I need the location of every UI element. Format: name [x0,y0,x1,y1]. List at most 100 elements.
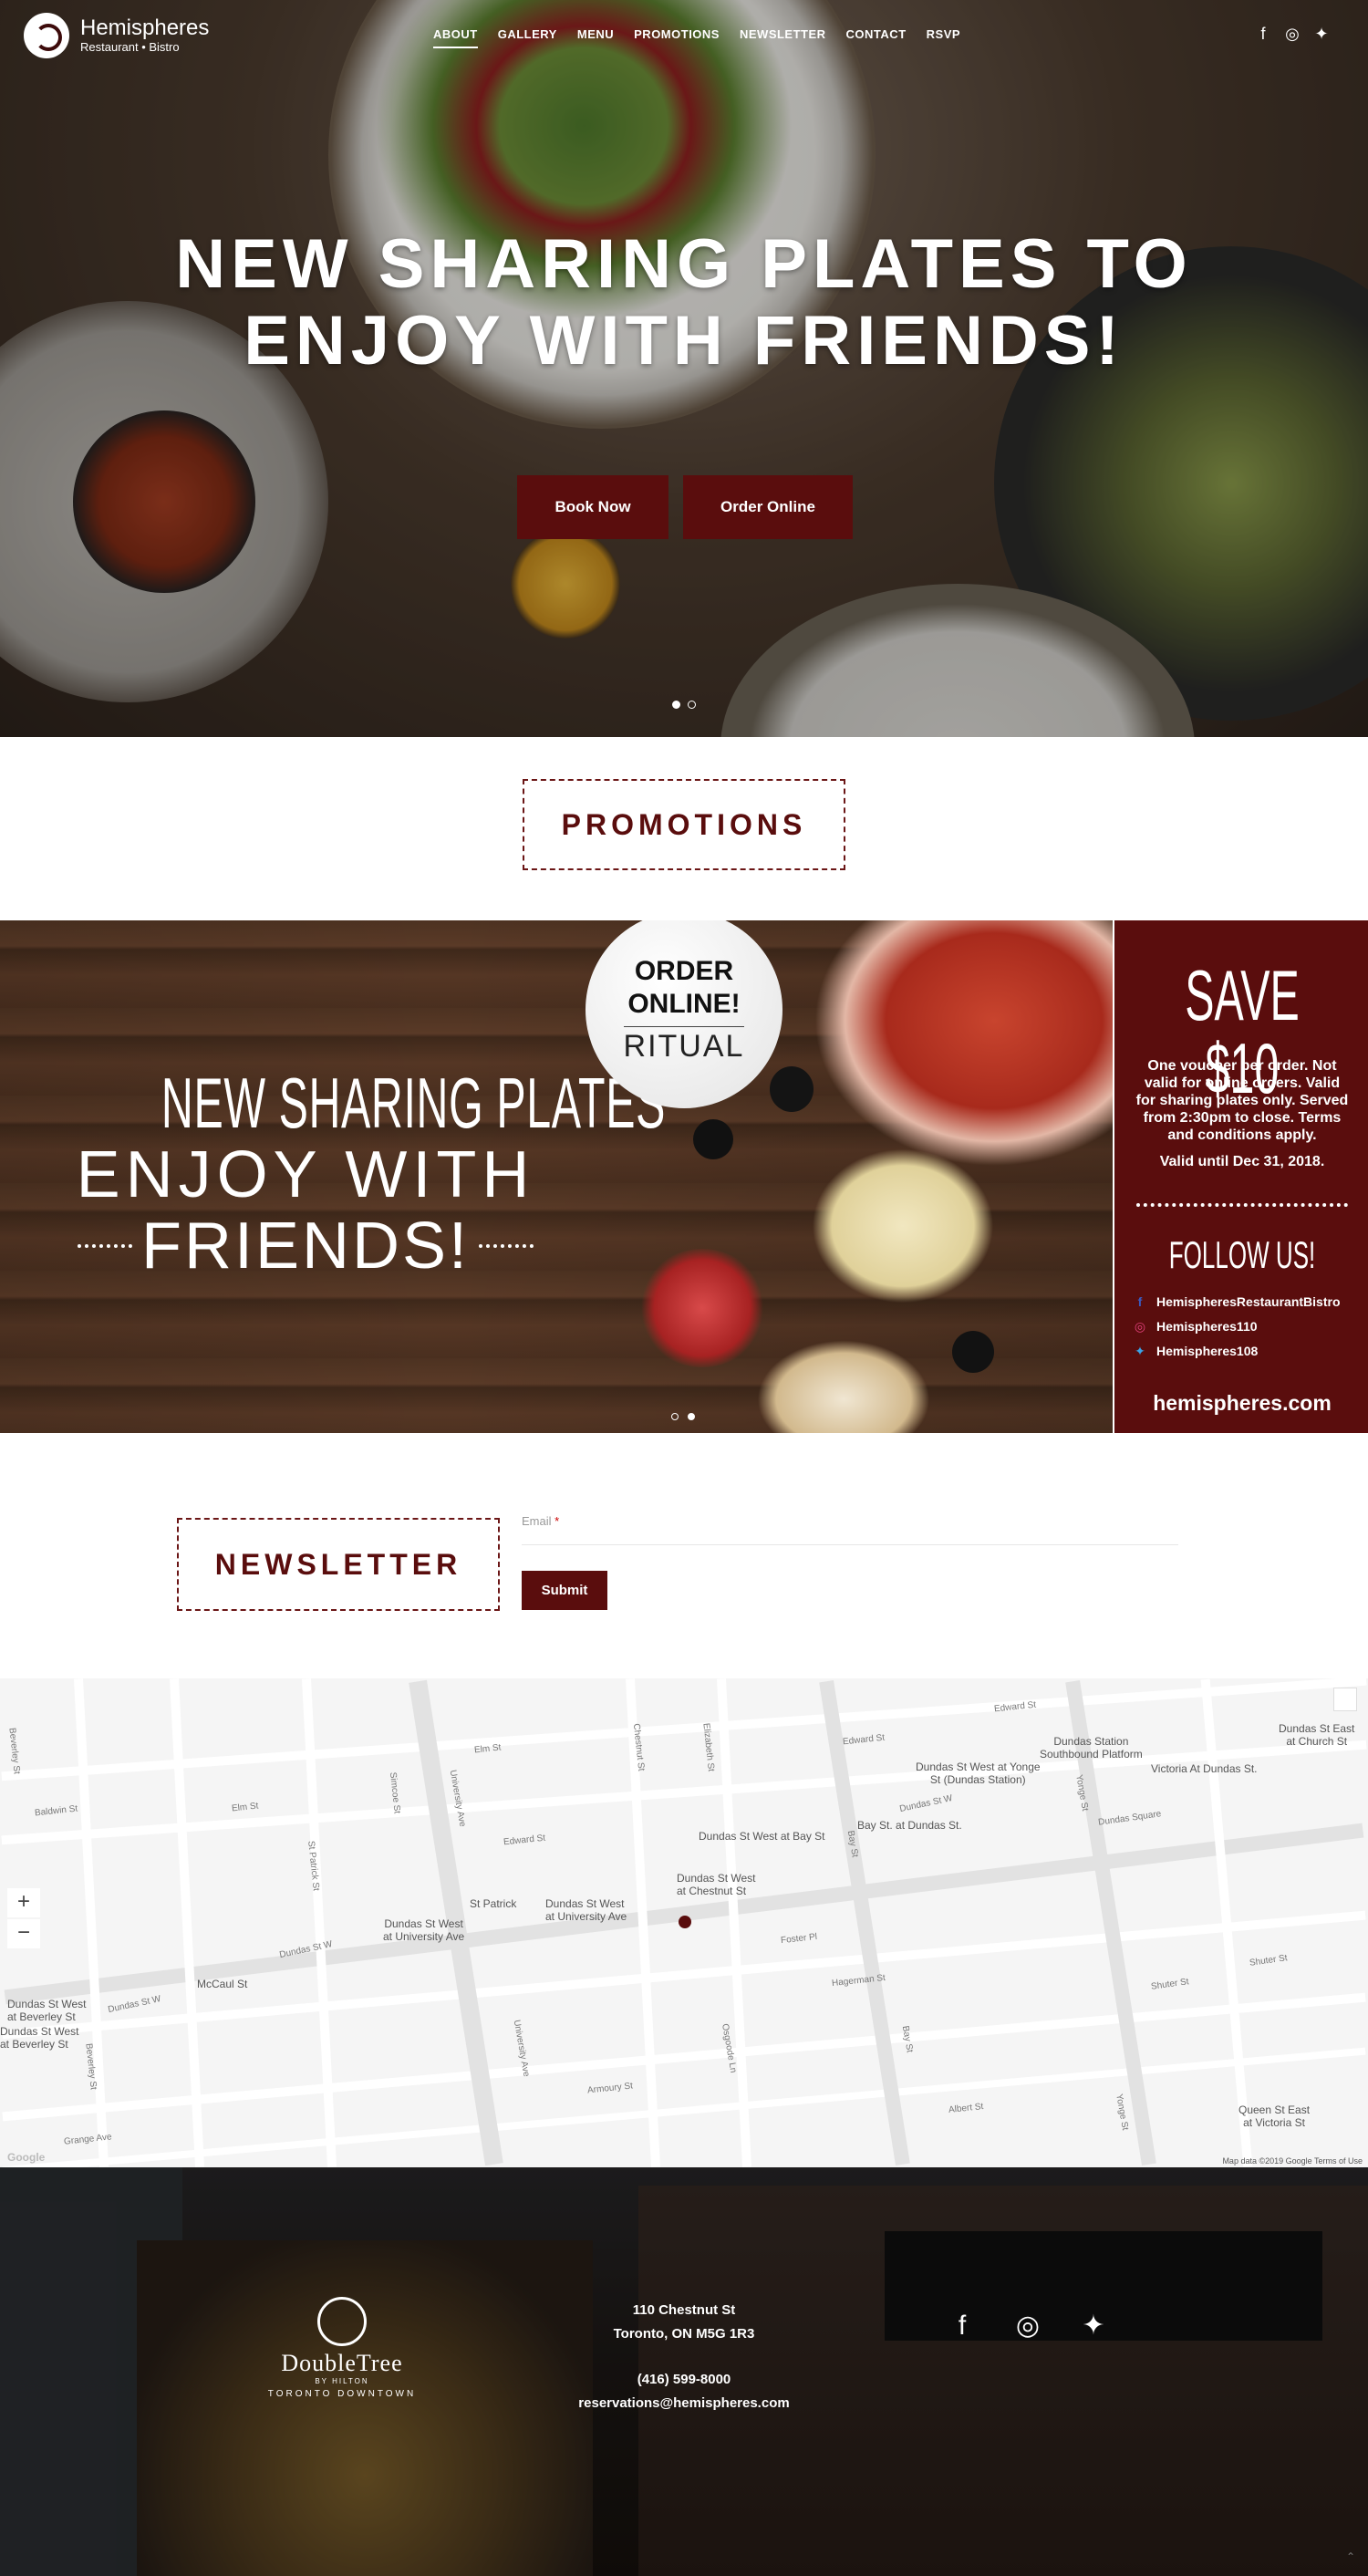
map-label: Dundas St West at Bay St [699,1830,825,1843]
map-label: Dundas St West at University Ave [545,1897,627,1923]
banner-line-3: FRIENDS! [140,1210,471,1283]
newsletter-heading: NEWSLETTER [177,1518,500,1611]
ritual-logo: RITUAL [623,1026,745,1065]
site-footer: DoubleTree BY HILTON TORONTO DOWNTOWN 11… [0,2167,1368,2576]
nav-item-contact[interactable]: CONTACT [846,27,907,48]
offer-terms: One voucher per order. Not valid for onl… [1135,1058,1349,1143]
instagram-icon[interactable]: ◎ [1284,26,1301,42]
street-label: Armoury St [586,2081,634,2096]
follow-us-title: FOLLOW US! [1168,1233,1316,1276]
main-nav: Hemispheres Restaurant • Bistro ABOUT GA… [0,0,1368,71]
offer-panel: SAVE $10 One voucher per order. Not vali… [1113,920,1368,1433]
zoom-out-button[interactable]: − [7,1919,40,1948]
dotted-divider [77,1244,132,1248]
phone-link[interactable]: (416) 599-8000 [547,2368,821,2392]
tree-icon [317,2297,367,2346]
street-label: Dundas St W [898,1792,954,1815]
nav-item-menu[interactable]: MENU [577,27,614,48]
banner-headline: NEW SHARING PLATES ENJOY WITH FRIENDS! [73,1063,666,1283]
map-label: Dundas St West at Yonge St (Dundas Stati… [916,1761,1041,1786]
address: 110 Chestnut St Toronto, ON M5G 1R3 [613,2302,755,2342]
twitter-icon: ✦ [1135,1344,1145,1358]
hero-section: Hemispheres Restaurant • Bistro ABOUT GA… [0,0,1368,737]
instagram-handle: ◎ Hemispheres110 [1134,1319,1258,1334]
banner-slider-dots [671,1413,695,1420]
contact-info: (416) 599-8000 reservations@hemispheres.… [547,2368,821,2415]
website-url: hemispheres.com [1153,1391,1332,1415]
map-label: Dundas St West at Beverley St [0,2025,79,2051]
facebook-icon[interactable]: f [948,2311,976,2341]
map-label: Dundas St West at Chestnut St [677,1872,756,1897]
dotted-divider [1136,1203,1348,1207]
twitter-icon[interactable]: ✦ [1080,2311,1107,2341]
twitter-handle: ✦ Hemispheres108 [1133,1344,1258,1358]
hero-title: NEW SHARING PLATES TO ENJOY WITH FRIENDS… [175,225,1193,379]
email-link[interactable]: reservations@hemispheres.com [547,2392,821,2415]
slider-dot[interactable] [688,1413,695,1420]
street-label: Elm St [231,1801,259,1814]
nav-item-gallery[interactable]: GALLERY [498,27,557,48]
twitter-icon[interactable]: ✦ [1313,26,1330,42]
slider-dot[interactable] [688,701,696,709]
nav-item-rsvp[interactable]: RSVP [927,27,960,48]
map-label: Victoria At Dundas St. [1151,1762,1258,1775]
blue-cheese-image [812,1148,994,1304]
street-label: Dundas Square [1097,1809,1162,1828]
promotion-banner: NEW SHARING PLATES ENJOY WITH FRIENDS! O… [0,920,1368,1433]
map-label: Dundas St East at Church St [1279,1722,1355,1748]
google-logo: Google [7,2151,46,2164]
dotted-divider [479,1244,534,1248]
nav-item-promotions[interactable]: PROMOTIONS [634,27,720,48]
map-label: St Patrick [470,1897,517,1910]
facebook-handle: f HemispheresRestaurantBistro [1133,1294,1341,1309]
street-label: Shuter St [1249,1953,1289,1968]
fullscreen-icon[interactable] [1333,1688,1357,1711]
promotions-heading: PROMOTIONS [523,779,845,870]
banner-line-2: ENJOY WITH [76,1138,535,1211]
logo-icon [24,13,69,58]
street-label: Yonge St [1114,2093,1131,2132]
street-label: University Ave [447,1769,468,1828]
map-label: McCaul St [197,1978,248,1990]
brand-logo[interactable]: Hemispheres Restaurant • Bistro [24,13,209,58]
street-label: Edward St [842,1732,886,1748]
instagram-icon: ◎ [1134,1319,1146,1334]
doubletree-logo[interactable]: DoubleTree BY HILTON TORONTO DOWNTOWN [264,2297,420,2399]
olive-image [770,1066,814,1112]
nav-item-newsletter[interactable]: NEWSLETTER [740,27,826,48]
olive-image [693,1119,733,1159]
hero-actions: Book Now Order Online [517,475,853,539]
brand-tagline: Restaurant • Bistro [80,40,180,54]
location-marker-icon[interactable] [679,1916,691,1928]
submit-button[interactable]: Submit [522,1571,607,1610]
map-label: Bay St. at Dundas St. [857,1819,962,1832]
badge-line-1: ORDER [634,956,734,986]
nav-menu: ABOUT GALLERY MENU PROMOTIONS NEWSLETTER… [433,27,960,48]
nav-social: f ◎ ✦ [1255,26,1330,42]
salami-image [638,1249,766,1367]
facebook-icon[interactable]: f [1255,26,1271,42]
zoom-in-button[interactable]: + [7,1888,40,1917]
instagram-icon[interactable]: ◎ [1014,2311,1042,2341]
street-label: Dundas St W [107,1993,162,2016]
badge-line-2: ONLINE! [627,989,741,1019]
banner-line-1: NEW SHARING PLATES [161,1063,666,1143]
slider-dot[interactable] [671,1413,679,1420]
facebook-icon: f [1137,1294,1143,1309]
nav-item-about[interactable]: ABOUT [433,27,478,48]
street-label: Beverley St [6,1727,22,1775]
street-label: Foster Pl [780,1931,818,1947]
order-online-button[interactable]: Order Online [683,475,853,539]
map-label: Dundas Station Southbound Platform [1040,1735,1143,1761]
scroll-top-icon[interactable]: ⌃ [1346,2550,1355,2563]
email-field[interactable] [522,1531,1178,1545]
street-label: Edward St [503,1833,546,1848]
map-label: Dundas St West at University Ave [383,1917,465,1943]
book-now-button[interactable]: Book Now [517,475,668,539]
order-online-badge[interactable]: ORDER ONLINE! RITUAL [586,920,782,1108]
street-label: Bay St [899,2025,915,2053]
map-attribution[interactable]: Map data ©2019 Google Terms of Use [1222,2156,1363,2166]
hero-slider-dots [672,701,696,709]
slider-dot[interactable] [672,701,680,709]
email-label: Email * [522,1514,560,1528]
